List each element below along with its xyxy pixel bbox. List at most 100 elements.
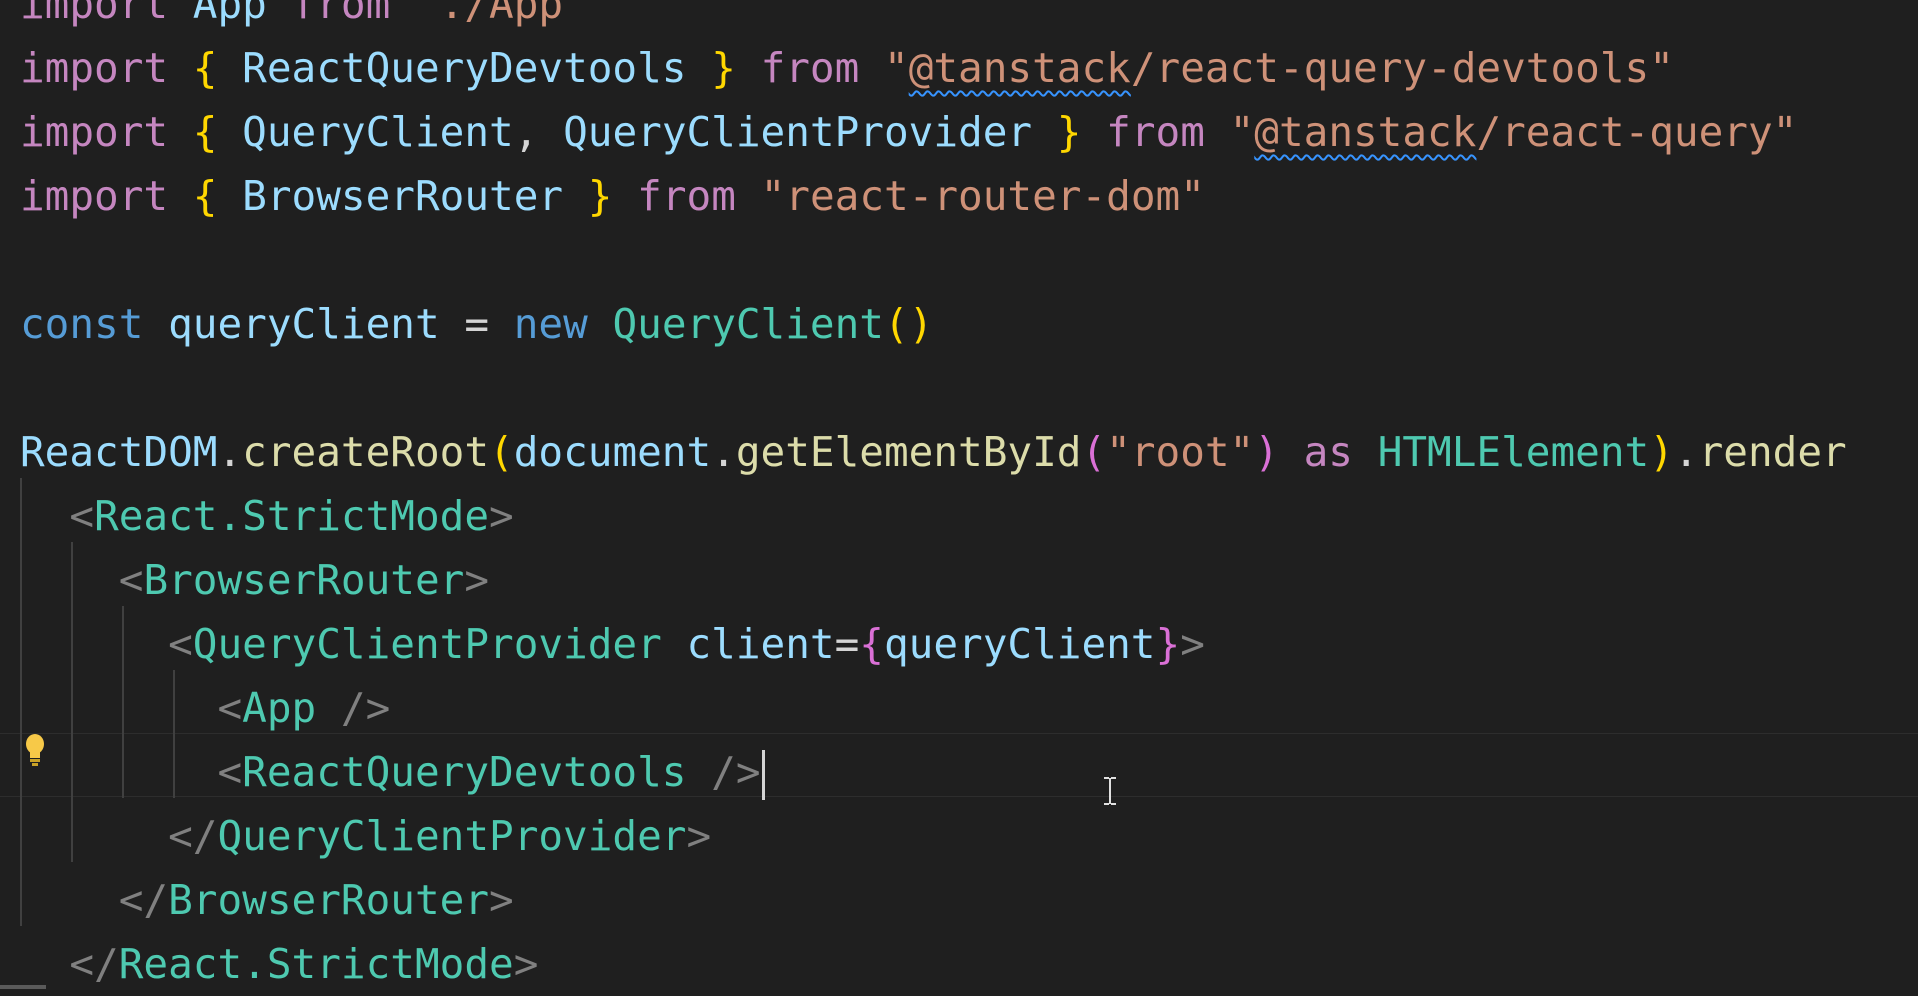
- code-editor[interactable]: import App from "./App" import { ReactQue…: [0, 0, 1918, 989]
- code-token: import: [20, 108, 169, 156]
- code-token: />: [316, 684, 391, 732]
- code-token: (: [489, 428, 514, 476]
- code-token: }: [1056, 108, 1082, 156]
- code-token: <: [217, 748, 243, 796]
- code-token: "react-router-dom": [760, 172, 1205, 220]
- code-token: />: [686, 748, 761, 796]
- code-token: <: [168, 620, 193, 668]
- code-token: createRoot: [242, 428, 490, 476]
- code-token: "root": [1106, 428, 1255, 476]
- code-token: BrowserRouter: [242, 172, 564, 220]
- code-token: ,: [513, 108, 564, 156]
- lightbulb-icon[interactable]: [24, 733, 46, 767]
- code-token: queryClient: [883, 620, 1156, 668]
- code-token: App: [192, 0, 267, 28]
- code-token: from: [760, 44, 860, 92]
- code-token: <: [118, 556, 144, 604]
- code-token: }: [587, 172, 613, 220]
- code-token: >: [513, 940, 539, 988]
- code-token: ReactQueryDevtools: [242, 748, 687, 796]
- code-token: {: [192, 44, 218, 92]
- code-token: BrowserRouter: [143, 556, 465, 604]
- code-token: /react-query": [1476, 108, 1798, 156]
- code-token: @tanstack: [1254, 108, 1477, 156]
- code-line[interactable]: <ReactQueryDevtools />: [20, 740, 765, 804]
- code-line[interactable]: <React.StrictMode>: [20, 484, 513, 548]
- code-token: }: [1155, 620, 1181, 668]
- code-token: QueryClient: [612, 300, 884, 348]
- code-line[interactable]: import { ReactQueryDevtools } from "@tan…: [20, 36, 1674, 100]
- code-line[interactable]: import App from "./App": [20, 0, 588, 36]
- code-token: new: [513, 300, 588, 348]
- code-token: @tanstack: [908, 44, 1131, 92]
- code-token: =: [439, 300, 514, 348]
- code-line[interactable]: ReactDOM.createRoot(document.getElementB…: [20, 420, 1847, 484]
- code-token: .: [1673, 428, 1699, 476]
- code-token: (: [1081, 428, 1107, 476]
- code-token: {: [192, 172, 218, 220]
- code-token: .: [711, 428, 736, 476]
- code-line[interactable]: const queryClient = new QueryClient(): [20, 292, 933, 356]
- code-token: </: [69, 940, 119, 988]
- code-token: <: [217, 684, 243, 732]
- code-line[interactable]: <QueryClientProvider client={queryClient…: [20, 612, 1205, 676]
- scrollbar-marker[interactable]: [0, 985, 46, 989]
- code-token: ReactQueryDevtools: [242, 44, 687, 92]
- code-token: from: [1106, 108, 1205, 156]
- code-token: import: [20, 0, 169, 28]
- code-token: QueryClientProvider: [563, 108, 1033, 156]
- code-token: (): [883, 300, 934, 348]
- code-token: </: [168, 812, 218, 860]
- code-token: {: [859, 620, 884, 668]
- code-line[interactable]: <BrowserRouter>: [20, 548, 489, 612]
- text-cursor-icon: [1104, 777, 1116, 805]
- code-token: QueryClient: [242, 108, 514, 156]
- code-token: /react-query-devtools": [1130, 44, 1674, 92]
- code-token: >: [1180, 620, 1205, 668]
- code-token: ReactDOM: [20, 428, 218, 476]
- code-line[interactable]: import { QueryClient, QueryClientProvide…: [20, 100, 1797, 164]
- code-line[interactable]: </BrowserRouter>: [20, 868, 514, 932]
- code-token: queryClient: [168, 300, 440, 348]
- code-line[interactable]: </QueryClientProvider>: [20, 804, 711, 868]
- code-token: from: [637, 172, 736, 220]
- code-token: App: [242, 684, 317, 732]
- code-token: from: [291, 0, 391, 28]
- code-line[interactable]: <App />: [20, 676, 390, 740]
- code-token: .: [217, 428, 243, 476]
- code-token: </: [118, 876, 169, 924]
- code-token: ): [1649, 428, 1674, 476]
- code-token: BrowserRouter: [168, 876, 490, 924]
- code-line[interactable]: import { BrowserRouter } from "react-rou…: [20, 164, 1205, 228]
- code-token: React.StrictMode: [94, 492, 490, 540]
- code-token: >: [464, 556, 490, 604]
- code-token: React.StrictMode: [118, 940, 514, 988]
- code-token: import: [20, 44, 169, 92]
- code-line[interactable]: </React.StrictMode>: [20, 932, 538, 996]
- code-token: >: [686, 812, 712, 860]
